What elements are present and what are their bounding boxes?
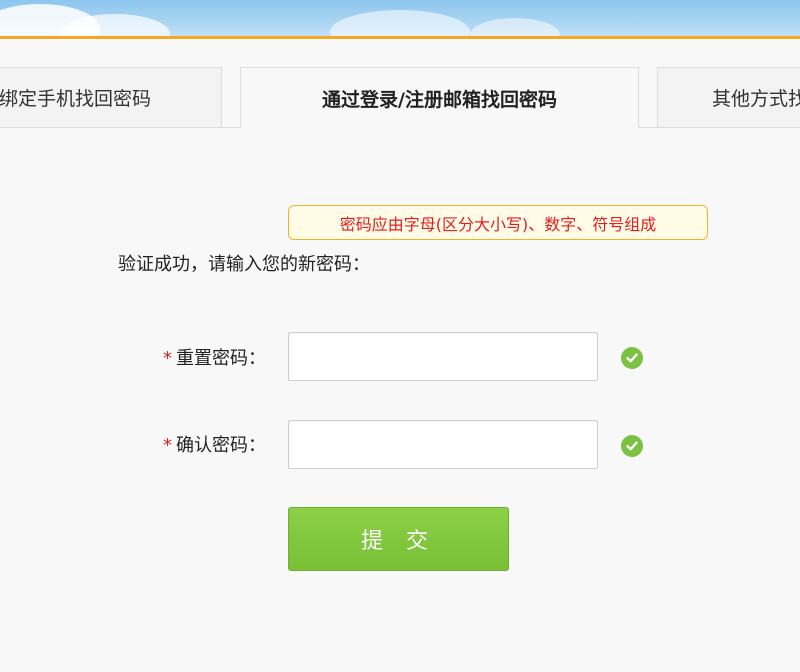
confirm-password-label-text: 确认密码： xyxy=(176,435,266,456)
verify-success-message: 验证成功，请输入您的新密码： xyxy=(118,254,370,275)
reset-password-label: * 重置密码： xyxy=(163,344,266,370)
required-mark: * xyxy=(163,348,172,369)
submit-button[interactable]: 提 交 xyxy=(288,507,509,571)
password-hint: 密码应由字母(区分大小写)、数字、符号组成 xyxy=(288,205,708,240)
reset-password-input[interactable] xyxy=(288,332,598,381)
tab-label: 其他方式找回 xyxy=(712,88,800,110)
check-circle-icon xyxy=(621,347,643,369)
tab-label: 通过登录/注册邮箱找回密码 xyxy=(322,88,557,111)
header-banner xyxy=(0,0,800,36)
page: 绑定手机找回密码 通过登录/注册邮箱找回密码 其他方式找回 密码应由字母(区分大… xyxy=(0,0,800,672)
cloud-decoration xyxy=(330,10,470,36)
reset-password-label-text: 重置密码： xyxy=(176,348,266,369)
banner-divider xyxy=(0,36,800,39)
tab-other-recovery[interactable]: 其他方式找回 xyxy=(657,67,800,127)
confirm-password-label: * 确认密码： xyxy=(163,431,266,457)
tab-label: 绑定手机找回密码 xyxy=(0,88,152,110)
cloud-decoration xyxy=(470,18,560,36)
check-circle-icon xyxy=(621,435,643,457)
tab-phone-recovery[interactable]: 绑定手机找回密码 xyxy=(0,67,222,127)
required-mark: * xyxy=(163,435,172,456)
confirm-password-input[interactable] xyxy=(288,420,598,469)
password-hint-text: 密码应由字母(区分大小写)、数字、符号组成 xyxy=(339,214,657,234)
tab-email-recovery[interactable]: 通过登录/注册邮箱找回密码 xyxy=(240,67,639,128)
